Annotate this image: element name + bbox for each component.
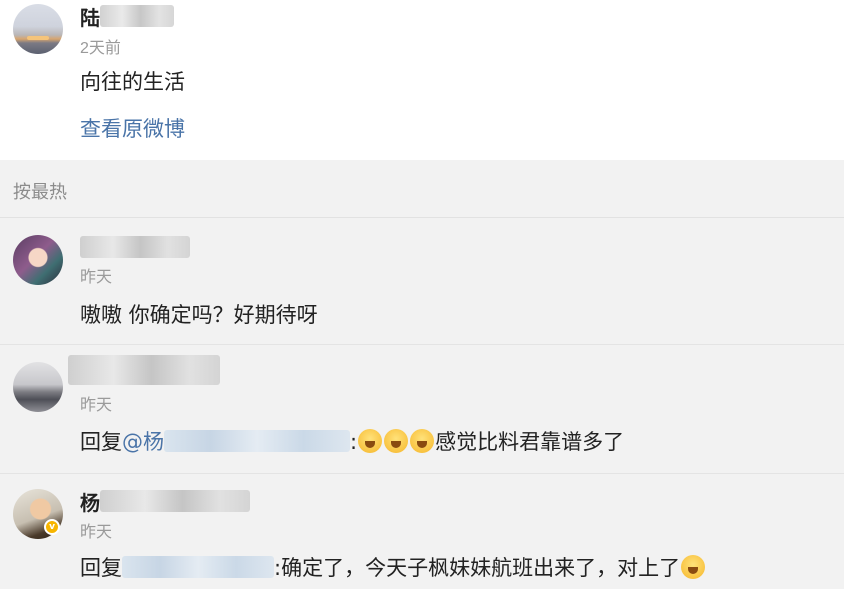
- comment-body: 感觉比料君靠谱多了: [435, 430, 625, 454]
- reply-prefix: 回复: [80, 430, 122, 454]
- grinning-emoji-icon: [410, 429, 435, 453]
- redacted-name-blur: [100, 5, 174, 27]
- mention-link[interactable]: @杨: [122, 430, 164, 454]
- redacted-name-blur: [68, 355, 220, 385]
- author-name-visible: 杨: [80, 492, 100, 515]
- grinning-emoji-icon: [358, 429, 383, 453]
- post-author-avatar[interactable]: [13, 4, 63, 54]
- comment-time: 昨天: [80, 397, 113, 414]
- redacted-mention-blur: [164, 430, 350, 452]
- comment-text: 回复:确定了，今天子枫妹妹航班出来了，对上了: [80, 552, 706, 582]
- comment-time: 昨天: [80, 524, 113, 541]
- original-post: 陆 2天前 向往的生活 查看原微博: [0, 0, 844, 160]
- author-name-visible: 陆: [80, 7, 100, 30]
- thinking-emoji-icon: [681, 555, 706, 579]
- reply-prefix: 回复: [80, 556, 122, 580]
- view-original-link[interactable]: 查看原微博: [80, 113, 185, 143]
- comment-body: 确定了，今天子枫妹妹航班出来了，对上了: [281, 556, 681, 580]
- comment-item: 昨天 回复@杨: 感觉比料君靠谱多了: [0, 346, 844, 474]
- comment-time: 昨天: [80, 269, 113, 286]
- redacted-name-blur: [100, 490, 250, 512]
- sort-hottest-label[interactable]: 按最热: [13, 178, 67, 204]
- redacted-mention-blur: [122, 556, 274, 578]
- post-text: 向往的生活: [80, 70, 185, 94]
- comment-text: 嗷嗷 你确定吗？好期待呀: [80, 303, 318, 327]
- comment-item: 昨天 嗷嗷 你确定吗？好期待呀: [0, 219, 844, 345]
- commenter-avatar[interactable]: [13, 362, 63, 412]
- sort-bar: 按最热: [0, 162, 844, 218]
- verified-badge-icon: v: [44, 519, 60, 535]
- commenter-avatar[interactable]: [13, 235, 63, 285]
- comment-item: v 杨 昨天 回复:确定了，今天子枫妹妹航班出来了，对上了: [0, 475, 844, 589]
- post-author-name[interactable]: 陆: [80, 2, 174, 30]
- commenter-name[interactable]: [80, 233, 190, 261]
- commenter-name[interactable]: [68, 355, 220, 385]
- comment-text: 回复@杨: 感觉比料君靠谱多了: [80, 426, 624, 456]
- post-time: 2天前: [80, 40, 121, 57]
- grinning-emoji-icon: [384, 429, 409, 453]
- reply-separator: :: [350, 430, 358, 454]
- redacted-name-blur: [80, 236, 190, 258]
- commenter-name[interactable]: 杨: [80, 487, 250, 515]
